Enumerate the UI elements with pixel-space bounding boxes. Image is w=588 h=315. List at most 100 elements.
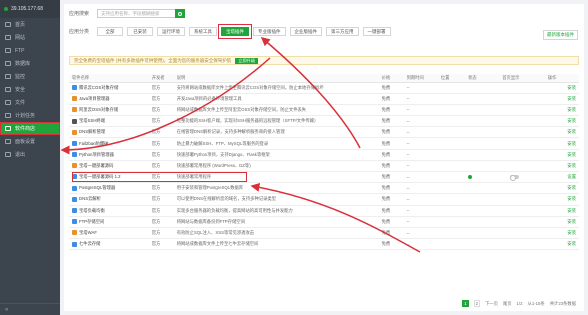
latest-plugins-link[interactable]: 最新版本插件 [543,30,578,40]
column-header: 说明 [173,74,379,83]
plugin-name[interactable]: FTP存储空间 [79,219,104,224]
table-row: 宝塔SSH终端 官方 完整功能的SSH客户端，实现对SSH服务器的远程管理（SFTP… [69,115,579,128]
column-header: 操作 [544,74,579,83]
plugin-name[interactable]: 腾讯云COS对象存储 [79,85,118,90]
plugin-name-cell: DNS解析管理 [69,126,149,139]
plugin-name-cell: 宝塔SSH终端 [69,115,149,128]
action-link[interactable]: 安装 [544,126,579,139]
column-header: 开发者 [148,74,174,83]
plugin-icon [72,118,77,124]
sidebar-item-label: 计划任务 [15,113,36,119]
action-link[interactable]: 安装 [544,160,579,173]
action-link[interactable]: 安装 [544,205,579,217]
plugin-name[interactable]: 阿里云OSS对象存储 [79,107,118,112]
expire-cell: -- [403,126,438,139]
search-button[interactable] [175,9,185,18]
plugin-name[interactable]: Python项目管理器 [79,152,114,157]
plugin-name-cell: 宝塔WAF [69,227,149,240]
location-cell [437,216,466,228]
plugin-name-cell: Java项目管理器 [69,93,149,105]
sidebar-item-3[interactable]: 数据库 [0,57,60,70]
upgrade-button[interactable]: 立即升级 [235,57,259,64]
action-link[interactable]: 安装 [544,216,579,228]
tab-2[interactable]: 运行环境 [157,27,185,36]
plugin-icon [72,84,77,90]
price-cell: 免费 [378,205,404,217]
homepage-toggle[interactable] [510,175,520,182]
column-header: 位置 [437,74,466,83]
description-cell: 开发Java项目的必备环境管理工具 [173,93,379,105]
plugin-name[interactable]: DNS解析管理 [79,129,105,134]
plugin-icon [72,185,77,191]
action-link[interactable]: 安装 [544,193,579,206]
sidebar-item-label: 安全 [15,87,26,93]
sidebar-item-9[interactable]: 面板设置 [0,135,60,148]
plugin-name[interactable]: Fail2ban防爆破 [79,141,108,146]
sidebar-item-6[interactable]: 文件 [0,96,60,109]
search-input[interactable]: 支持应用名称、字段模糊搜索 [97,9,175,18]
pager-last[interactable]: 尾页 [503,301,512,307]
developer-cell: 官方 [148,171,174,184]
plugin-name[interactable]: DNS云解析 [79,196,101,201]
developer-cell: 官方 [148,205,174,217]
sidebar-item-0[interactable]: 首页 [0,18,60,31]
location-cell [437,82,466,94]
homepage-cell [499,93,545,105]
sidebar-item-8[interactable]: 软件商店 [0,122,60,135]
description-cell: 用于安装和管理PostgreSQL数据库 [173,182,379,195]
sidebar-item-label: FTP [15,47,25,54]
developer-cell: 官方 [148,227,174,240]
page-button[interactable]: 2 [473,300,481,307]
notice-text: 完全免费的宝塔插件 (共有多款插件可供使用)，全面为您的服务器安全保驾护航 [74,57,232,63]
sidebar-item-7[interactable]: 计划任务 [0,109,60,122]
action-link[interactable]: 安装 [544,227,579,240]
plugin-name-cell: Python项目管理器 [69,149,149,161]
tab-8[interactable]: 一键部署 [362,27,391,36]
action-link[interactable]: 安装 [544,137,579,150]
sidebar-item-label: 网站 [15,35,26,41]
tab-0[interactable]: 全部 [97,27,123,36]
tab-4[interactable]: 宝塔插件 [218,24,252,39]
tab-5[interactable]: 专业版插件 [253,27,286,36]
action-link[interactable]: 安装 [544,104,579,117]
collapse-button[interactable]: « [0,303,60,315]
action-link[interactable]: 安装 [544,82,579,94]
location-cell [437,160,466,173]
plugin-name[interactable]: 宝塔SSH终端 [79,118,105,123]
page-button[interactable]: 1 [462,300,469,307]
action-link[interactable]: 安装 [544,182,579,195]
tab-6[interactable]: 企业版插件 [289,27,322,36]
pager-next[interactable]: 下一页 [485,301,498,307]
menu-icon [5,74,11,79]
action-link[interactable]: 设置 [544,171,579,184]
expire-cell: -- [403,205,438,217]
action-link[interactable]: 安装 [544,238,579,251]
plugin-name[interactable]: 宝塔负载均衡 [79,208,105,213]
action-link[interactable]: 安装 [544,115,579,128]
plugin-icon [72,163,77,169]
location-cell [437,205,466,217]
sidebar-item-1[interactable]: 网站 [0,31,60,44]
sidebar-item-5[interactable]: 安全 [0,83,60,96]
tab-1[interactable]: 已安装 [127,27,153,36]
app-store-panel: 应用搜索 支持应用名称、字段模糊搜索 应用分类 全部 已安装 运行环境 系统工具 宝塔插… [64,4,584,311]
sidebar-item-10[interactable]: 退出 [0,148,60,161]
server-header: 39.105.177.68 [0,0,60,18]
status-cell [465,182,500,195]
status-cell [465,205,500,217]
plugin-icon [72,230,77,236]
plugin-name[interactable]: 宝塔WAF [79,230,97,235]
plugin-name[interactable]: Java项目管理器 [79,96,110,101]
action-link[interactable]: 安装 [544,93,579,105]
price-cell: 免费 [378,104,404,117]
homepage-cell [499,171,545,184]
sidebar-item-2[interactable]: FTP [0,44,60,57]
tab-7[interactable]: 第三方应用 [326,27,359,36]
tab-3[interactable]: 系统工具 [189,27,217,36]
sidebar-item-4[interactable]: 监控 [0,70,60,83]
action-link[interactable]: 安装 [544,149,579,161]
plugin-name[interactable]: 宝塔一键部署源码 [79,163,113,168]
expire-cell: -- [403,160,438,173]
plugin-name[interactable]: 七牛云存储 [79,241,100,246]
plugin-name[interactable]: PostgreSQL管理器 [79,185,115,190]
